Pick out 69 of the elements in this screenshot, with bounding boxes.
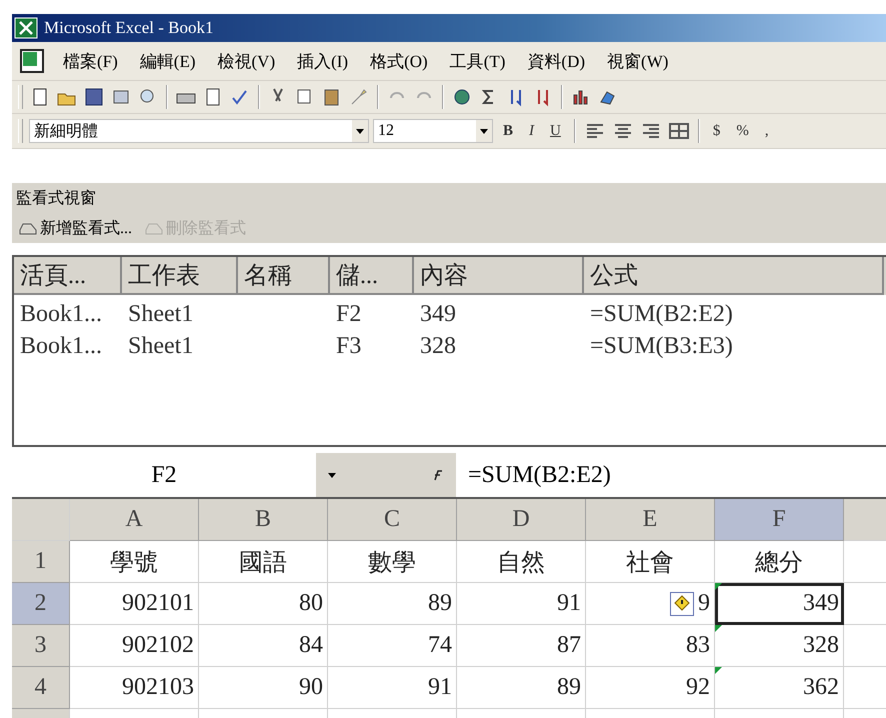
table-cell: 83 <box>586 625 715 667</box>
table-cell: 902103 <box>70 667 199 709</box>
row-header[interactable]: 1 <box>12 541 70 583</box>
menu-item[interactable]: 檔案(F) <box>56 48 125 74</box>
table-cell: 90 <box>199 667 328 709</box>
table-cell: 362 <box>715 667 844 709</box>
list-cell-text: =SUM(B2:E2) <box>589 301 734 329</box>
column-header[interactable]: B <box>199 499 328 541</box>
table-cell: 89 <box>457 667 586 709</box>
number-format-button[interactable]: % <box>730 122 755 140</box>
column-header[interactable]: F <box>715 499 844 541</box>
menu-item[interactable]: 檢視(V) <box>210 48 282 74</box>
column-header[interactable]: D <box>457 499 586 541</box>
table-cell: 80 <box>199 583 328 625</box>
list-cell-text: Sheet1 <box>127 333 194 361</box>
number-format-button[interactable]: $ <box>706 122 726 140</box>
menu-item[interactable]: 資料(D) <box>520 48 592 74</box>
column-header[interactable]: 公式 <box>584 257 884 295</box>
table-cell: 社會 <box>586 541 715 583</box>
table-cell: 902101 <box>70 583 199 625</box>
toolbar-button[interactable]: 新增監看式... <box>16 218 134 238</box>
table-cell: 92 <box>586 667 715 709</box>
table-cell: 74 <box>328 625 457 667</box>
column-header[interactable]: C <box>328 499 457 541</box>
menu-item[interactable]: 格式(O) <box>363 48 435 74</box>
window-title: Microsoft Excel - Book1 <box>44 18 214 38</box>
table-cell: 84 <box>199 625 328 667</box>
column-header[interactable]: 內容 <box>414 257 584 295</box>
table-cell: 自然 <box>457 541 586 583</box>
font-dropdown[interactable]: 新細明體 <box>29 119 369 143</box>
format-button[interactable]: I <box>523 122 540 140</box>
number-format-button[interactable]: , <box>758 122 775 140</box>
font-size-dropdown[interactable]: 12 <box>373 119 493 143</box>
format-button[interactable]: B <box>497 122 520 140</box>
column-header[interactable]: 工作表 <box>122 257 238 295</box>
table-cell: 91 <box>457 583 586 625</box>
table-cell: 總分 <box>715 541 844 583</box>
list-cell-text: 328 <box>419 333 457 361</box>
table-cell: 328 <box>715 625 844 667</box>
list-cell-text: F3 <box>335 333 362 361</box>
table-cell: 89 <box>328 583 457 625</box>
list-cell-text: Book1... <box>19 301 104 329</box>
menu-item[interactable]: 工具(T) <box>442 48 512 74</box>
list-cell-text: 349 <box>419 301 457 329</box>
column-header[interactable]: 活頁... <box>14 257 122 295</box>
table-cell: 87 <box>457 625 586 667</box>
row-header[interactable]: 2 <box>12 583 70 625</box>
list-cell-text: =SUM(B3:E3) <box>589 333 734 361</box>
table-cell: 國語 <box>199 541 328 583</box>
table-cell: 91 <box>328 667 457 709</box>
table-cell: 349 <box>715 583 844 625</box>
row-header[interactable]: 4 <box>12 667 70 709</box>
table-cell: 9 <box>586 583 715 625</box>
table-cell: 902102 <box>70 625 199 667</box>
column-header[interactable]: 儲... <box>330 257 414 295</box>
list-cell-text: F2 <box>335 301 362 329</box>
column-header[interactable]: 名稱 <box>238 257 330 295</box>
list-cell-text: Sheet1 <box>127 301 194 329</box>
column-header[interactable]: E <box>586 499 715 541</box>
column-header[interactable]: A <box>70 499 199 541</box>
menu-item[interactable]: 插入(I) <box>290 48 356 74</box>
list-cell-text: Book1... <box>19 333 104 361</box>
menu-item[interactable]: 視窗(W) <box>600 48 676 74</box>
table-cell: 學號 <box>70 541 199 583</box>
table-cell: 數學 <box>328 541 457 583</box>
row-header[interactable]: 3 <box>12 625 70 667</box>
panel-title: 監看式視窗 <box>16 188 96 208</box>
format-button[interactable]: U <box>544 122 567 140</box>
menu-item[interactable]: 編輯(E) <box>132 48 202 74</box>
